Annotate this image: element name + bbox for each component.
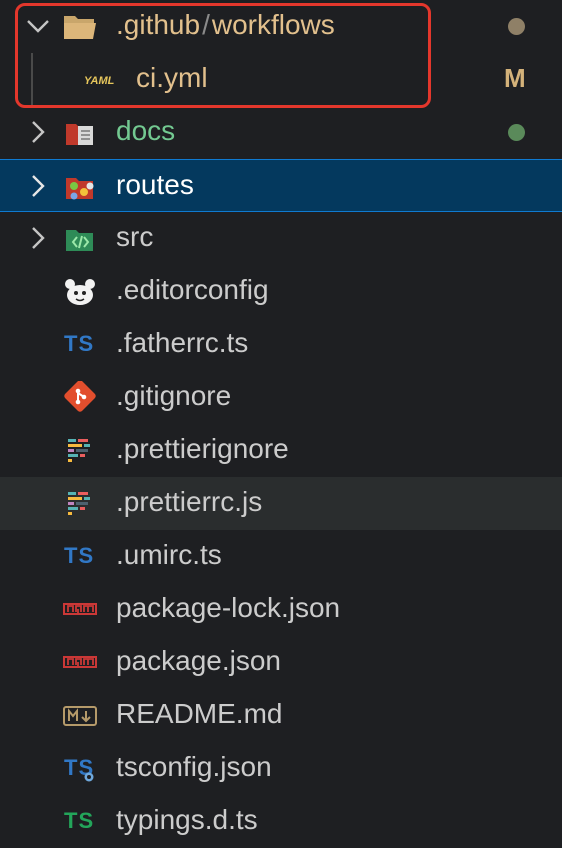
tree-item-umirc-ts[interactable]: TS .umirc.ts (0, 530, 562, 583)
file-label-typings-d-ts: typings.d.ts (116, 804, 258, 835)
folder-label-github-workflows: .github/workflows (116, 9, 335, 40)
file-label-gitignore: .gitignore (116, 380, 232, 411)
file-label-prettierrc-js: .prettierrc.js (116, 486, 263, 517)
tree-item-typings-d-ts[interactable]: TS typings.d.ts (0, 795, 562, 848)
tree-item-github-workflows[interactable]: .github/workflows (0, 0, 562, 53)
indent-guide (31, 53, 33, 106)
tree-item-docs[interactable]: docs (0, 106, 562, 159)
prettier-icon (68, 439, 90, 462)
yaml-file-icon: YAML (84, 75, 115, 87)
npm-icon (63, 603, 97, 615)
chevron-down-icon[interactable] (24, 12, 52, 40)
file-label-ci-yml: ci.yml (136, 62, 208, 93)
file-explorer-tree: .github/workflows YAML ci.yml M docs rou… (0, 0, 562, 848)
status-dot (508, 124, 525, 141)
tree-item-package-json[interactable]: package.json (0, 636, 562, 689)
tree-item-src[interactable]: src (0, 212, 562, 265)
npm-icon (63, 656, 97, 668)
tree-item-tsconfig-json[interactable]: TS tsconfig.json (0, 742, 562, 795)
file-label-fatherrc-ts: .fatherrc.ts (116, 327, 249, 358)
typescript-definition-icon: TS (64, 808, 95, 833)
file-label-tsconfig-json: tsconfig.json (116, 751, 272, 782)
folder-label-src: src (116, 221, 154, 252)
status-badge-modified: M (504, 63, 526, 93)
editorconfig-mouse-icon (65, 279, 95, 305)
folder-docs-icon (66, 124, 93, 145)
tree-item-package-lock-json[interactable]: package-lock.json (0, 583, 562, 636)
git-icon (64, 381, 96, 412)
file-label-readme-md: README.md (116, 698, 283, 729)
svg-text:YAML: YAML (84, 75, 115, 87)
tree-item-gitignore[interactable]: .gitignore (0, 371, 562, 424)
tree-item-editorconfig[interactable]: .editorconfig (0, 265, 562, 318)
tree-item-ci-yml[interactable]: YAML ci.yml M (0, 53, 562, 106)
file-label-umirc-ts: .umirc.ts (116, 539, 222, 570)
status-dot (508, 18, 525, 35)
folder-label-docs: docs (116, 115, 176, 146)
markdown-icon (63, 706, 97, 726)
gear-icon (84, 772, 94, 782)
file-label-package-json: package.json (116, 645, 282, 676)
file-label-prettierignore: .prettierignore (116, 433, 289, 464)
tree-item-prettierignore[interactable]: .prettierignore (0, 424, 562, 477)
folder-routes-icon (66, 178, 94, 200)
tree-item-prettierrc-js[interactable]: .prettierrc.js (0, 477, 562, 530)
tree-item-readme-md[interactable]: README.md (0, 689, 562, 742)
prettier-icon (68, 492, 90, 515)
chevron-right-icon[interactable] (24, 172, 52, 200)
chevron-right-icon[interactable] (24, 118, 52, 146)
typescript-file-icon: TS (64, 543, 95, 568)
folder-open-icon (64, 16, 96, 39)
folder-label-routes: routes (116, 169, 194, 200)
folder-src-icon (66, 230, 93, 251)
tsconfig-icon: TS (62, 752, 98, 785)
file-label-package-lock-json: package-lock.json (116, 592, 341, 623)
typescript-file-icon: TS (64, 331, 95, 356)
file-label-editorconfig: .editorconfig (116, 274, 269, 305)
chevron-right-icon[interactable] (24, 224, 52, 252)
tree-item-routes[interactable]: routes (0, 159, 562, 212)
tree-item-fatherrc-ts[interactable]: TS .fatherrc.ts (0, 318, 562, 371)
